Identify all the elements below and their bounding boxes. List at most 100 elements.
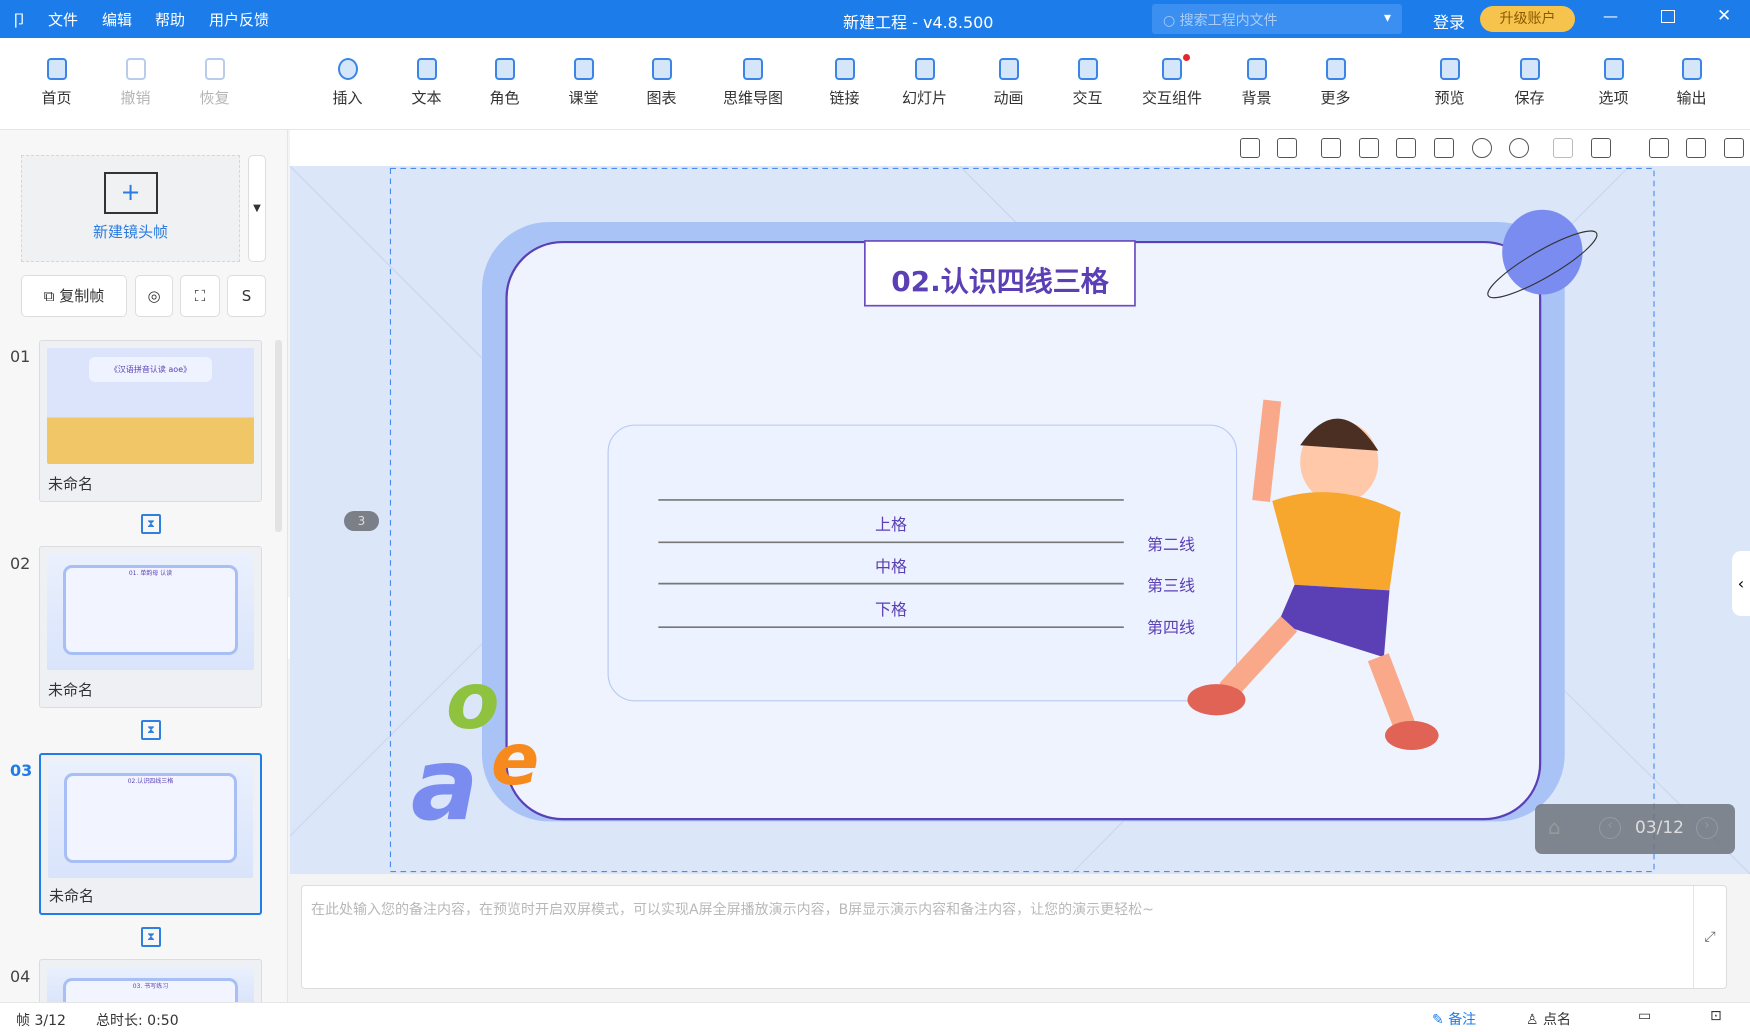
tool-label: 交互 <box>1072 89 1103 107</box>
expand-right-panel[interactable]: ‹ <box>1732 551 1750 616</box>
letter-e[interactable]: e <box>491 718 539 801</box>
scrollbar[interactable] <box>275 340 282 532</box>
menu-file[interactable]: 文件 <box>48 9 78 30</box>
notes-toggle[interactable]: ✎ 备注 <box>1432 1009 1476 1029</box>
camera-button[interactable]: ◎ <box>135 275 173 317</box>
notes-input[interactable]: 在此处输入您的备注内容，在预览时开启双屏模式，可以实现A屏全屏播放演示内容，B屏… <box>301 885 1727 989</box>
tool-chart[interactable]: 图表 <box>628 58 695 108</box>
home-icon[interactable]: ⌂ <box>1548 815 1561 839</box>
tool-export[interactable]: 输出 <box>1658 58 1725 108</box>
tool-slideshow[interactable]: 幻灯片 <box>891 58 958 108</box>
expand-icon[interactable]: ⤢ <box>1693 886 1726 988</box>
tool-label: 链接 <box>829 89 860 107</box>
notes-placeholder: 在此处输入您的备注内容，在预览时开启双屏模式，可以实现A屏全屏播放演示内容，B屏… <box>311 902 1154 918</box>
maximize-icon[interactable] <box>1661 10 1675 23</box>
tool-classroom[interactable]: 课堂 <box>550 58 617 108</box>
screen-icon[interactable]: ▭ <box>1638 1008 1651 1024</box>
line-label-3[interactable]: 第三线 <box>1147 572 1195 596</box>
mindmap-icon <box>743 58 763 80</box>
menu-feedback[interactable]: 用户反馈 <box>209 9 269 30</box>
thumb-title: 《汉语拼音认读 aoe》 <box>89 357 212 382</box>
frame-thumbnail-04[interactable]: 03. 书写练习 <box>39 959 262 1003</box>
minimize-icon[interactable]: — <box>1603 7 1618 25</box>
unlock-icon[interactable] <box>1591 138 1611 158</box>
zoom-in-icon[interactable] <box>1472 138 1492 158</box>
schedule-icon[interactable] <box>1686 138 1706 158</box>
notification-dot <box>1183 54 1190 61</box>
ruler-icon[interactable] <box>1240 138 1260 158</box>
tool-save[interactable]: 保存 <box>1496 58 1563 108</box>
copy-icon[interactable] <box>1396 138 1416 158</box>
new-frame-dropdown[interactable]: ▼ <box>248 155 266 262</box>
tool-redo[interactable]: 恢复 <box>181 58 248 108</box>
lock-icon[interactable]: ⊡ <box>1710 1008 1722 1024</box>
paste-icon[interactable] <box>1434 138 1454 158</box>
search-input[interactable]: ○ 搜索工程内文件 ▾ <box>1152 4 1402 34</box>
menu-edit[interactable]: 编辑 <box>102 9 132 30</box>
tool-undo[interactable]: 撤销 <box>102 58 169 108</box>
line-label-2[interactable]: 第二线 <box>1147 531 1195 555</box>
letter-a[interactable]: a <box>411 726 478 843</box>
edit-icon[interactable] <box>1724 138 1744 158</box>
tool-options[interactable]: 选项 <box>1580 58 1647 108</box>
undo-icon <box>125 58 146 80</box>
rotate-left-icon[interactable] <box>1321 138 1341 158</box>
tool-link[interactable]: 链接 <box>811 58 878 108</box>
tool-text[interactable]: 文本 <box>393 58 460 108</box>
frame-thumbnail-01[interactable]: 《汉语拼音认读 aoe》 未命名 <box>39 340 262 502</box>
hourglass-icon[interactable]: ⧗ <box>141 720 161 740</box>
text-icon <box>416 58 437 80</box>
copy-frame-button[interactable]: ⧉ 复制帧 <box>21 275 127 317</box>
person-icon <box>494 58 515 80</box>
frame-marker[interactable]: 3 <box>344 511 379 531</box>
menu-help[interactable]: 帮助 <box>155 9 185 30</box>
tool-home[interactable]: 首页 <box>23 58 90 108</box>
tool-preview[interactable]: 预览 <box>1416 58 1483 108</box>
tool-mindmap[interactable]: 思维导图 <box>714 58 792 108</box>
fit-frame-button[interactable]: ⛶ <box>180 275 220 317</box>
tool-interaction[interactable]: 交互 <box>1054 58 1121 108</box>
tool-background[interactable]: 背景 <box>1223 58 1290 108</box>
align-icon[interactable] <box>1553 138 1573 158</box>
chevron-down-icon: ▾ <box>1383 10 1391 26</box>
upgrade-button[interactable]: 升级账户 <box>1480 6 1575 32</box>
cell-label-upper[interactable]: 上格 <box>875 511 907 535</box>
main-toolbar: 首页 撤销 恢复 插入 文本 角色 课堂 图表 思维导图 链接 幻灯片 动画 交… <box>0 38 1750 130</box>
tool-role[interactable]: 角色 <box>471 58 538 108</box>
tool-label: 首页 <box>41 89 72 107</box>
rotate-right-icon[interactable] <box>1359 138 1379 158</box>
login-link[interactable]: 登录 <box>1433 9 1465 33</box>
tool-label: 文本 <box>411 89 442 107</box>
new-frame-label: 新建镜头帧 <box>92 223 168 241</box>
line-label-4[interactable]: 第四线 <box>1147 614 1195 638</box>
close-icon[interactable]: ✕ <box>1717 6 1731 26</box>
tool-insert[interactable]: 插入 <box>314 58 381 108</box>
frame-thumbnail-02[interactable]: 01. 单韵母 认读 未命名 <box>39 546 262 708</box>
screenshot-icon[interactable] <box>1649 138 1669 158</box>
cell-label-middle[interactable]: 中格 <box>875 553 907 577</box>
thumb-title: 03. 书写练习 <box>132 983 169 990</box>
home-icon[interactable] <box>1277 138 1297 158</box>
new-frame-button[interactable]: + 新建镜头帧 <box>21 155 240 262</box>
frame-thumbnail-03[interactable]: 02.认识四线三格 未命名 <box>39 753 262 915</box>
hourglass-icon[interactable]: ⧗ <box>141 514 161 534</box>
canvas[interactable]: 02.认识四线三格 上格 中格 下格 第二线 第三线 第四线 o a e 3 ⌂… <box>290 166 1750 874</box>
tool-more[interactable]: 更多 <box>1302 58 1369 108</box>
tool-interactive-component[interactable]: 交互组件 <box>1133 54 1211 108</box>
next-page-icon[interactable]: › <box>1696 817 1718 839</box>
person-icon: ♙ <box>1526 1012 1544 1028</box>
frame-convert-icon: ⛶ <box>194 287 206 305</box>
hourglass-icon[interactable]: ⧗ <box>141 927 161 947</box>
slide-title[interactable]: 02.认识四线三格 <box>865 260 1135 300</box>
frame-number: 03 <box>10 761 33 780</box>
chevron-left-icon: ‹ <box>1737 574 1745 593</box>
tool-label: 预览 <box>1434 89 1465 107</box>
star-icon <box>998 58 1019 80</box>
rollcall-button[interactable]: ♙ 点名 <box>1526 1009 1571 1029</box>
path-button[interactable]: S <box>227 275 266 317</box>
tap-icon <box>1162 58 1182 80</box>
tool-animation[interactable]: 动画 <box>975 58 1042 108</box>
prev-page-icon[interactable]: ‹ <box>1599 817 1621 839</box>
zoom-out-icon[interactable] <box>1509 138 1529 158</box>
cell-label-lower[interactable]: 下格 <box>875 596 907 620</box>
